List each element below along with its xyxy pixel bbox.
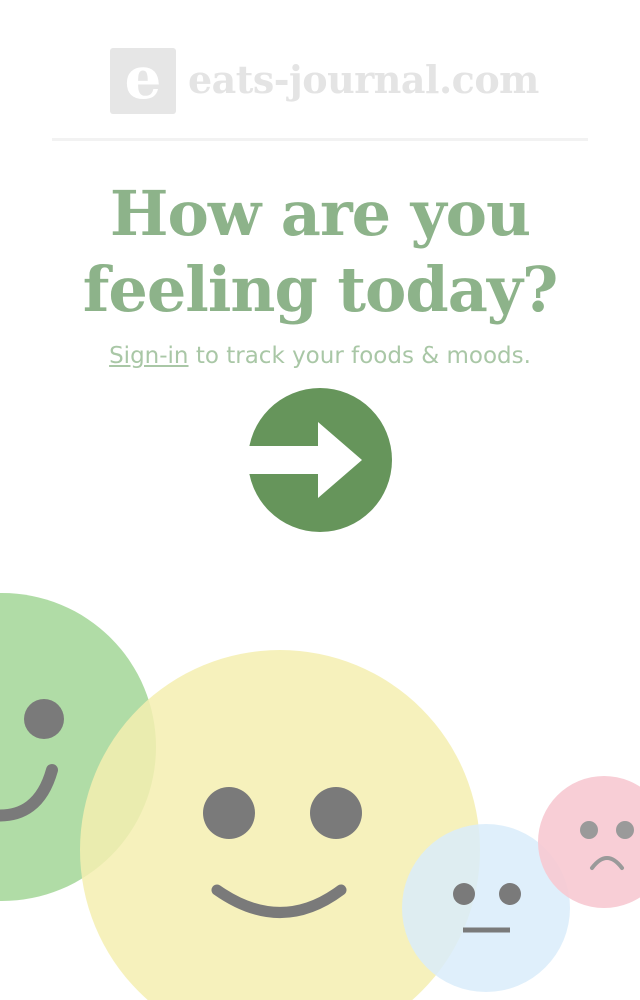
site-name: eats-journal.com [188, 57, 539, 102]
go-button[interactable] [248, 388, 392, 532]
title-line-1: How are you [109, 177, 531, 250]
logo-icon: e [110, 48, 176, 114]
page-title: How are you feeling today? [0, 176, 640, 328]
arrow-right-icon [248, 422, 362, 498]
happy-face-icon [0, 593, 156, 901]
sign-in-prompt-text: to track your foods & moods. [188, 343, 531, 369]
header: e eats-journal.com [0, 0, 640, 141]
logo-letter: e [124, 44, 162, 112]
header-divider [52, 138, 588, 141]
smiling-face-icon [80, 650, 480, 1000]
title-line-2: feeling today? [82, 253, 559, 326]
neutral-face-icon [402, 824, 570, 992]
sign-in-link[interactable]: Sign-in [109, 343, 188, 369]
sign-in-prompt: Sign-in to track your foods & moods. [0, 340, 640, 372]
sad-face-icon [538, 776, 640, 908]
